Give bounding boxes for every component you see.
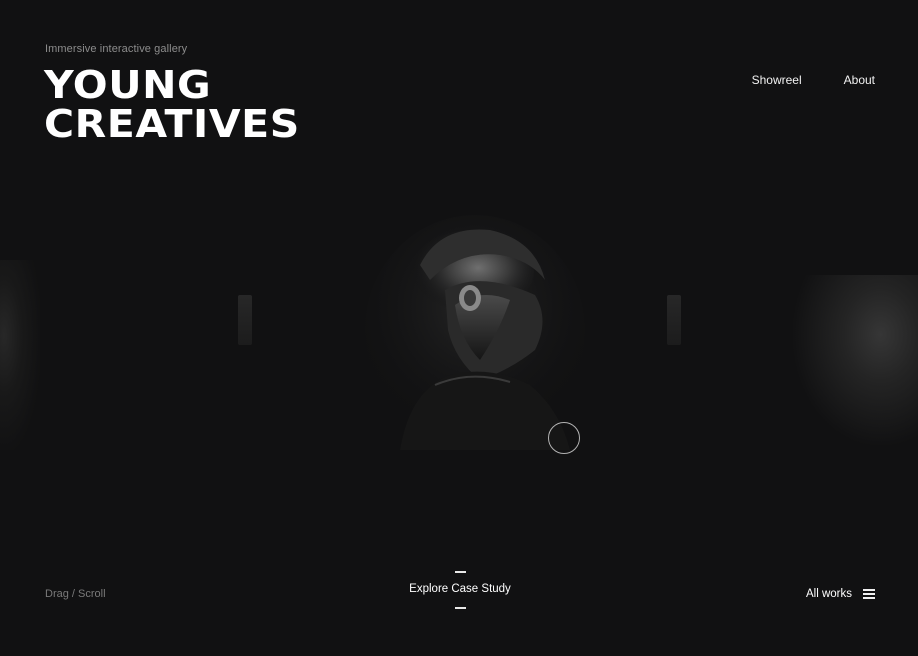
gallery-image-left[interactable] bbox=[0, 260, 40, 450]
explore-case-study-label: Explore Case Study bbox=[409, 583, 511, 595]
portrait-illustration bbox=[365, 215, 585, 450]
tagline: Immersive interactive gallery bbox=[45, 43, 188, 55]
title-line-1: YOUNG bbox=[44, 63, 212, 107]
title-line-2: CREATIVES bbox=[44, 102, 300, 146]
drag-scroll-hint: Drag / Scroll bbox=[45, 588, 106, 600]
gallery-image-right[interactable] bbox=[793, 275, 918, 445]
cursor-ring-icon bbox=[548, 422, 580, 454]
all-works-button[interactable]: All works bbox=[806, 588, 875, 600]
dash-top bbox=[454, 571, 466, 573]
explore-case-study-button[interactable]: Explore Case Study bbox=[380, 571, 540, 609]
gallery-image-thumb[interactable] bbox=[667, 295, 681, 345]
all-works-label: All works bbox=[805, 588, 852, 600]
gallery-canvas[interactable] bbox=[0, 190, 918, 510]
dash-bottom bbox=[454, 607, 466, 609]
gallery-image-portrait[interactable] bbox=[360, 210, 590, 450]
hamburger-menu-icon[interactable] bbox=[863, 589, 875, 599]
gallery-page: Immersive interactive gallery YOUNG CREA… bbox=[0, 0, 918, 656]
gallery-image-thumb[interactable] bbox=[238, 295, 252, 345]
nav-showreel-link[interactable]: Showreel bbox=[752, 73, 802, 87]
page-title: YOUNG CREATIVES bbox=[44, 66, 300, 144]
nav-about-link[interactable]: About bbox=[844, 73, 875, 87]
top-nav: Showreel About bbox=[752, 73, 875, 87]
